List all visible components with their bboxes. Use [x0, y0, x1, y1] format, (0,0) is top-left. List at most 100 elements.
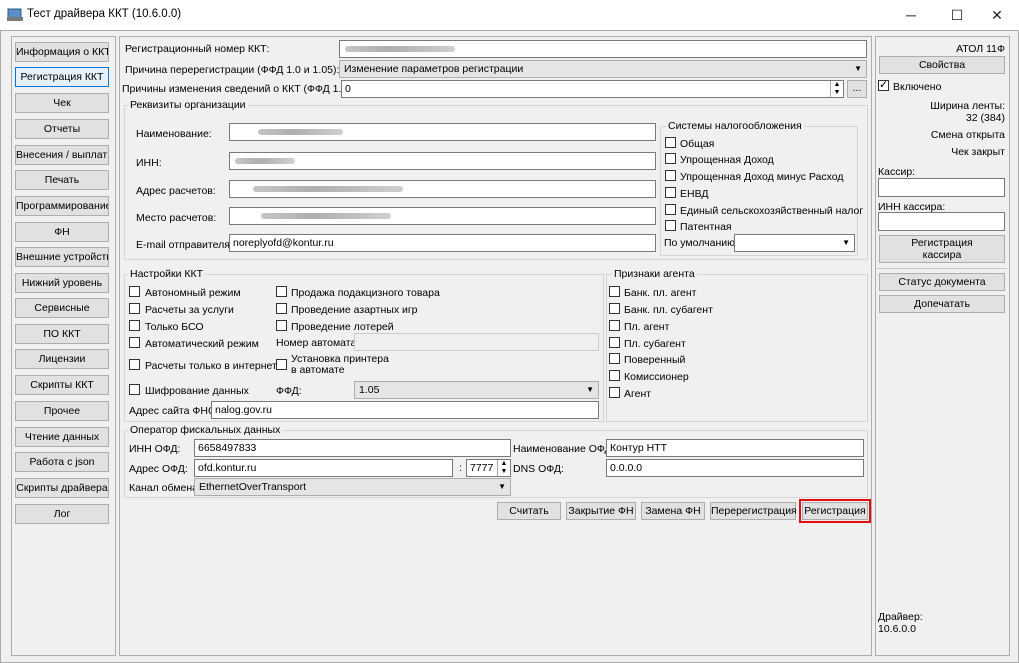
register-cashier-button[interactable]: Регистрация кассира: [879, 235, 1005, 263]
tax-checkbox-1[interactable]: [665, 153, 676, 164]
internet-only-label: Расчеты только в интернет: [145, 360, 277, 372]
kkt-label-3: Автоматический режим: [145, 338, 259, 350]
nav-item-4[interactable]: Внесения / выплаты: [15, 145, 109, 165]
ofd-dns-field[interactable]: 0.0.0.0: [606, 459, 864, 477]
nav-item-14[interactable]: Прочее: [15, 401, 109, 421]
nav-item-0[interactable]: Информация о ККТ: [15, 42, 109, 62]
agent-checkbox-5[interactable]: [609, 370, 620, 381]
ofd-address-label: Адрес ОФД:: [129, 463, 188, 475]
action-button-2[interactable]: Замена ФН: [641, 502, 705, 520]
kkt-checkbox-2[interactable]: [129, 320, 140, 331]
ofd-name-field[interactable]: Контур НТТ: [606, 439, 864, 457]
kkt-right-checkbox-1[interactable]: [276, 303, 287, 314]
ofd-group-title: Оператор фискальных данных: [128, 424, 283, 436]
tax-label-2: Упрощенная Доход минус Расход: [680, 171, 844, 183]
ofd-port-value: 7777: [470, 462, 494, 474]
spinner-icon[interactable]: ▲ ▼: [497, 460, 510, 476]
internet-only-checkbox[interactable]: [129, 359, 140, 370]
properties-button[interactable]: Свойства: [879, 56, 1005, 74]
reg-number-field[interactable]: [339, 40, 867, 58]
tax-checkbox-4[interactable]: [665, 204, 676, 215]
nav-item-17[interactable]: Скрипты драйвера: [15, 478, 109, 498]
encryption-label: Шифрование данных: [145, 385, 249, 397]
enabled-label: Включено: [893, 81, 942, 93]
nav-item-8[interactable]: Внешние устройства: [15, 247, 109, 267]
spinner-icon[interactable]: ▲ ▼: [830, 81, 843, 97]
kkt-checkbox-1[interactable]: [129, 303, 140, 314]
enabled-checkbox[interactable]: [878, 78, 889, 91]
reason-value: Изменение параметров регистрации: [344, 63, 524, 75]
kkt-right-label-1: Проведение азартных игр: [291, 304, 418, 316]
kkt-checkbox-0[interactable]: [129, 286, 140, 297]
nav-item-5[interactable]: Печать: [15, 170, 109, 190]
shift-status: Смена открыта: [930, 129, 1005, 141]
nav-item-15[interactable]: Чтение данных: [15, 427, 109, 447]
chevron-down-icon: ▼: [586, 385, 594, 394]
agent-checkbox-3[interactable]: [609, 337, 620, 348]
reg-number-label: Регистрационный номер ККТ:: [125, 43, 270, 55]
ffd-select[interactable]: 1.05 ▼: [354, 381, 599, 399]
tax-checkbox-2[interactable]: [665, 170, 676, 181]
org-name-field[interactable]: [229, 123, 656, 141]
action-button-3[interactable]: Перерегистрация: [710, 502, 797, 520]
nav-item-1[interactable]: Регистрация ККТ: [15, 67, 109, 87]
receipt-status: Чек закрыт: [951, 146, 1005, 158]
ofd-port-field[interactable]: 7777 ▲ ▼: [466, 459, 511, 477]
nav-item-18[interactable]: Лог: [15, 504, 109, 524]
minimize-icon[interactable]: ─: [888, 0, 934, 30]
chevron-down-icon: ▼: [498, 482, 506, 491]
action-button-4[interactable]: Регистрация: [799, 499, 871, 523]
reason-select[interactable]: Изменение параметров регистрации ▼: [339, 60, 867, 78]
nav-item-10[interactable]: Сервисные: [15, 298, 109, 318]
nav-item-16[interactable]: Работа с json: [15, 452, 109, 472]
org-group-title: Реквизиты организации: [128, 99, 248, 111]
nav-item-11[interactable]: ПО ККТ: [15, 324, 109, 344]
fns-site-label: Адрес сайта ФНС:: [129, 405, 219, 417]
agent-group-title: Признаки агента: [612, 268, 697, 280]
nav-item-3[interactable]: Отчеты: [15, 119, 109, 139]
reprint-button[interactable]: Допечатать: [879, 295, 1005, 313]
nav-item-12[interactable]: Лицензии: [15, 349, 109, 369]
change-reasons-more-button[interactable]: ...: [847, 80, 867, 98]
cashier-inn-field[interactable]: [878, 212, 1005, 231]
action-button-0[interactable]: Считать: [497, 502, 561, 520]
org-email-field[interactable]: noreplyofd@kontur.ru: [229, 234, 656, 252]
tax-checkbox-0[interactable]: [665, 137, 676, 148]
change-reasons-field[interactable]: 0 ▲ ▼: [341, 80, 844, 98]
agent-checkbox-4[interactable]: [609, 353, 620, 364]
fns-site-field[interactable]: nalog.gov.ru: [211, 401, 599, 419]
ofd-address-field[interactable]: ofd.kontur.ru: [194, 459, 453, 477]
agent-checkbox-2[interactable]: [609, 320, 620, 331]
tax-checkbox-5[interactable]: [665, 220, 676, 231]
driver-version: 10.6.0.0: [878, 623, 916, 635]
org-address-label: Адрес расчетов:: [136, 185, 216, 197]
nav-item-13[interactable]: Скрипты ККТ: [15, 375, 109, 395]
agent-label-5: Комиссионер: [624, 371, 689, 383]
kkt-right-checkbox-0[interactable]: [276, 286, 287, 297]
org-inn-field[interactable]: [229, 152, 656, 170]
tax-checkbox-3[interactable]: [665, 187, 676, 198]
tax-default-select[interactable]: ▼: [734, 234, 855, 252]
nav-item-7[interactable]: ФН: [15, 222, 109, 242]
close-icon[interactable]: ✕: [974, 0, 1019, 30]
tax-label-4: Единый сельскохозяйственный налог: [680, 205, 864, 217]
printer-install-checkbox[interactable]: [276, 359, 287, 370]
agent-checkbox-6[interactable]: [609, 387, 620, 398]
nav-item-6[interactable]: Программирование: [15, 196, 109, 216]
nav-item-9[interactable]: Нижний уровень: [15, 273, 109, 293]
doc-status-button[interactable]: Статус документа: [879, 273, 1005, 291]
org-place-field[interactable]: [229, 207, 656, 225]
kkt-right-checkbox-2[interactable]: [276, 320, 287, 331]
ofd-channel-select[interactable]: EthernetOverTransport ▼: [194, 478, 511, 496]
agent-checkbox-1[interactable]: [609, 303, 620, 314]
agent-checkbox-0[interactable]: [609, 286, 620, 297]
org-address-field[interactable]: [229, 180, 656, 198]
cashier-field[interactable]: [878, 178, 1005, 197]
action-button-1[interactable]: Закрытие ФН: [566, 502, 636, 520]
tape-width-label: Ширина ленты:: [930, 100, 1005, 112]
nav-item-2[interactable]: Чек: [15, 93, 109, 113]
kkt-checkbox-3[interactable]: [129, 337, 140, 348]
ffd-label: ФФД:: [276, 385, 302, 397]
encryption-checkbox[interactable]: [129, 384, 140, 395]
ofd-inn-field[interactable]: 6658497833: [194, 439, 511, 457]
